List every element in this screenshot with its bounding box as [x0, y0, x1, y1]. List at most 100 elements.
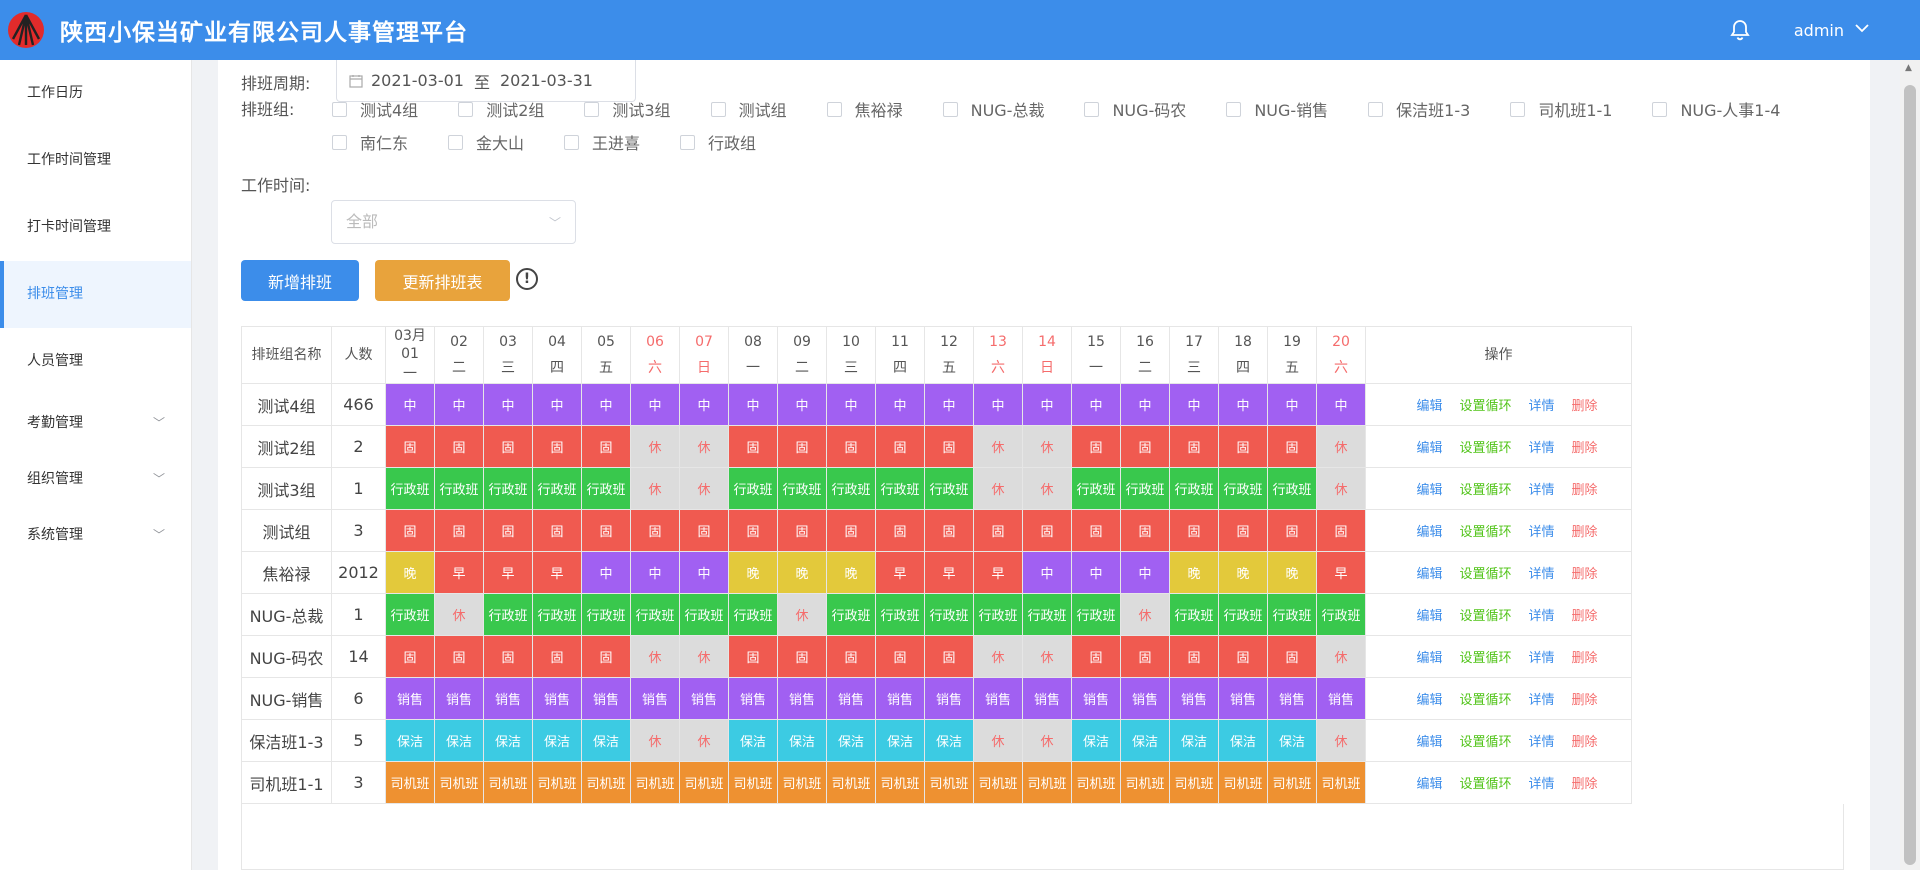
shift-cell[interactable]: 固 — [1120, 509, 1170, 552]
shift-cell[interactable]: 中 — [1218, 383, 1268, 426]
shift-cell[interactable]: 中 — [875, 383, 925, 426]
shift-cell[interactable]: 中 — [1120, 551, 1170, 594]
shift-cell[interactable]: 行政班 — [777, 467, 827, 510]
shift-cell[interactable]: 行政班 — [924, 467, 974, 510]
shift-cell[interactable]: 中 — [728, 383, 778, 426]
shift-cell[interactable]: 休 — [1022, 425, 1072, 468]
shift-cell[interactable]: 司机班 — [973, 761, 1023, 804]
sidebar-item-work-time[interactable]: 工作时间管理 — [0, 127, 191, 194]
checkbox-icon[interactable] — [448, 134, 464, 150]
set-cycle-link[interactable]: 设置循环 — [1459, 689, 1511, 708]
group-checkbox[interactable]: 金大山 — [448, 130, 524, 154]
shift-cell[interactable]: 固 — [826, 635, 876, 678]
shift-cell[interactable]: 行政班 — [875, 467, 925, 510]
details-link[interactable]: 详情 — [1529, 521, 1555, 540]
checkbox-icon[interactable] — [584, 101, 600, 117]
details-link[interactable]: 详情 — [1529, 395, 1555, 414]
edit-link[interactable]: 编辑 — [1416, 521, 1442, 540]
shift-cell[interactable]: 晚 — [1267, 551, 1317, 594]
shift-cell[interactable]: 休 — [973, 467, 1023, 510]
shift-cell[interactable]: 行政班 — [1218, 593, 1268, 636]
shift-cell[interactable]: 司机班 — [1022, 761, 1072, 804]
shift-cell[interactable]: 保洁 — [581, 719, 631, 762]
shift-cell[interactable]: 固 — [924, 425, 974, 468]
shift-cell[interactable]: 休 — [679, 467, 729, 510]
shift-cell[interactable]: 司机班 — [728, 761, 778, 804]
shift-cell[interactable]: 行政班 — [728, 467, 778, 510]
shift-cell[interactable]: 销售 — [434, 677, 484, 720]
shift-cell[interactable]: 销售 — [728, 677, 778, 720]
group-checkbox[interactable]: 焦裕禄 — [826, 97, 903, 121]
period-start[interactable]: 2021-03-01 — [371, 71, 464, 90]
shift-cell[interactable]: 中 — [777, 383, 827, 426]
shift-cell[interactable]: 固 — [924, 509, 974, 552]
delete-link[interactable]: 删除 — [1572, 437, 1598, 456]
shift-cell[interactable]: 司机班 — [1267, 761, 1317, 804]
shift-cell[interactable]: 行政班 — [483, 467, 533, 510]
shift-cell[interactable]: 休 — [679, 425, 729, 468]
edit-link[interactable]: 编辑 — [1416, 563, 1442, 582]
shift-cell[interactable]: 固 — [434, 425, 484, 468]
shift-cell[interactable]: 休 — [973, 635, 1023, 678]
shift-cell[interactable]: 休 — [973, 425, 1023, 468]
group-checkbox[interactable]: 测试2组 — [458, 97, 544, 121]
shift-cell[interactable]: 固 — [1316, 509, 1366, 552]
shift-cell[interactable]: 固 — [777, 425, 827, 468]
shift-cell[interactable]: 固 — [385, 425, 435, 468]
shift-cell[interactable]: 休 — [1316, 425, 1366, 468]
shift-cell[interactable]: 行政班 — [679, 593, 729, 636]
shift-cell[interactable]: 中 — [483, 383, 533, 426]
checkbox-icon[interactable] — [1368, 101, 1384, 117]
shift-cell[interactable]: 中 — [1169, 383, 1219, 426]
shift-cell[interactable]: 早 — [483, 551, 533, 594]
details-link[interactable]: 详情 — [1529, 689, 1555, 708]
checkbox-icon[interactable] — [710, 101, 726, 117]
delete-link[interactable]: 删除 — [1572, 731, 1598, 750]
sidebar-item-work-calendar[interactable]: 工作日历 — [0, 60, 191, 127]
shift-cell[interactable]: 休 — [1022, 467, 1072, 510]
checkbox-icon[interactable] — [1084, 101, 1100, 117]
shift-cell[interactable]: 销售 — [679, 677, 729, 720]
set-cycle-link[interactable]: 设置循环 — [1459, 479, 1511, 498]
shift-cell[interactable]: 中 — [1316, 383, 1366, 426]
shift-cell[interactable]: 固 — [875, 509, 925, 552]
shift-cell[interactable]: 固 — [826, 509, 876, 552]
shift-cell[interactable]: 固 — [385, 509, 435, 552]
shift-cell[interactable]: 固 — [1218, 509, 1268, 552]
shift-cell[interactable]: 司机班 — [1169, 761, 1219, 804]
shift-cell[interactable]: 固 — [777, 509, 827, 552]
shift-cell[interactable]: 行政班 — [1169, 593, 1219, 636]
shift-cell[interactable]: 保洁 — [728, 719, 778, 762]
shift-cell[interactable]: 晚 — [385, 551, 435, 594]
edit-link[interactable]: 编辑 — [1416, 647, 1442, 666]
shift-cell[interactable]: 固 — [630, 509, 680, 552]
shift-cell[interactable]: 固 — [973, 509, 1023, 552]
date-range-picker[interactable]: 2021-03-01 至 2021-03-31 — [336, 60, 636, 102]
delete-link[interactable]: 删除 — [1572, 395, 1598, 414]
shift-cell[interactable]: 行政班 — [1071, 593, 1121, 636]
shift-cell[interactable]: 固 — [1071, 425, 1121, 468]
scrollbar-thumb[interactable] — [1904, 85, 1916, 865]
edit-link[interactable]: 编辑 — [1416, 731, 1442, 750]
shift-cell[interactable]: 保洁 — [1267, 719, 1317, 762]
worktime-select[interactable]: 全部 ﹀ — [331, 200, 576, 244]
shift-cell[interactable]: 固 — [875, 635, 925, 678]
shift-cell[interactable]: 司机班 — [1071, 761, 1121, 804]
shift-cell[interactable]: 保洁 — [532, 719, 582, 762]
bell-icon[interactable] — [1728, 18, 1752, 42]
sidebar-item-personnel[interactable]: 人员管理 — [0, 328, 191, 395]
delete-link[interactable]: 删除 — [1572, 773, 1598, 792]
sidebar-item-organization[interactable]: 组织管理 ﹀ — [0, 451, 191, 507]
shift-cell[interactable]: 中 — [973, 383, 1023, 426]
scrollbar[interactable]: ▲ — [1900, 60, 1920, 870]
shift-cell[interactable]: 固 — [1169, 425, 1219, 468]
shift-cell[interactable]: 司机班 — [434, 761, 484, 804]
shift-cell[interactable]: 固 — [581, 509, 631, 552]
shift-cell[interactable]: 固 — [1071, 509, 1121, 552]
shift-cell[interactable]: 司机班 — [777, 761, 827, 804]
shift-cell[interactable]: 早 — [875, 551, 925, 594]
shift-cell[interactable]: 行政班 — [1169, 467, 1219, 510]
shift-cell[interactable]: 休 — [1316, 467, 1366, 510]
checkbox-icon[interactable] — [1226, 101, 1242, 117]
group-checkbox[interactable]: 测试4组 — [332, 97, 418, 121]
